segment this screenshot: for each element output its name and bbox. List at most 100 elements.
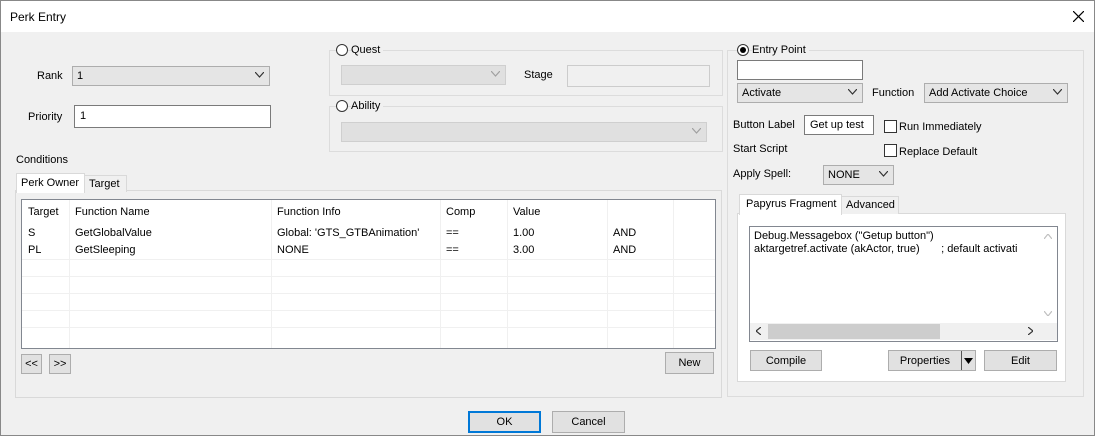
vertical-scrollbar[interactable] [1040, 227, 1056, 323]
tab-papyrus-fragment[interactable]: Papyrus Fragment [739, 194, 842, 215]
entry-point-dropdown[interactable]: Activate [737, 83, 863, 103]
entry-point-label: Entry Point [752, 44, 809, 56]
close-button[interactable] [1063, 1, 1094, 32]
run-immediately-checkbox[interactable] [884, 120, 897, 133]
properties-button-label: Properties [899, 355, 951, 367]
function-value: Add Activate Choice [929, 87, 1028, 99]
compile-button-label: Compile [765, 355, 807, 367]
tab-perk-owner-label: Perk Owner [21, 177, 80, 189]
ability-dropdown[interactable] [341, 122, 707, 142]
table-row[interactable]: S GetGlobalValue Global: 'GTS_GTBAnimati… [22, 225, 715, 242]
button-label-value: Get up test [810, 119, 864, 131]
button-label-input[interactable]: Get up test [804, 115, 874, 135]
button-label-label: Button Label [733, 119, 795, 131]
column-header-comp[interactable]: Comp [446, 204, 475, 221]
column-divider [673, 200, 674, 348]
cell-function-name: GetSleeping [75, 244, 136, 256]
code-line: aktargetref.activate (akActor, true) ; d… [754, 243, 1018, 255]
stage-label: Stage [524, 69, 553, 81]
title-bar: Perk Entry [1, 1, 1094, 32]
tab-papyrus-fragment-label: Papyrus Fragment [746, 198, 837, 210]
quest-dropdown[interactable] [341, 65, 506, 85]
row-divider [22, 259, 715, 260]
tab-advanced[interactable]: Advanced [841, 196, 899, 214]
next-button[interactable]: >> [49, 354, 71, 374]
column-divider [507, 200, 508, 348]
cell-function-info: NONE [277, 244, 309, 256]
entry-point-value: Activate [742, 87, 782, 99]
ability-radio[interactable] [336, 100, 348, 112]
cell-comp: == [446, 227, 459, 239]
ability-label: Ability [351, 100, 384, 112]
properties-button[interactable]: Properties [888, 350, 976, 371]
new-button-label: New [678, 357, 701, 369]
priority-input[interactable]: 1 [74, 105, 271, 128]
compile-button[interactable]: Compile [750, 350, 822, 371]
tab-target-label: Target [89, 178, 120, 190]
previous-button-label: << [25, 358, 38, 370]
column-header-function-name[interactable]: Function Name [75, 204, 150, 221]
dropdown-arrow-icon[interactable] [964, 358, 973, 364]
cell-function-info: Global: 'GTS_GTBAnimation' [277, 227, 420, 239]
tab-target[interactable]: Target [84, 175, 127, 192]
cell-value: 3.00 [513, 244, 535, 256]
replace-default-checkbox[interactable] [884, 144, 897, 157]
papyrus-code-editor[interactable]: Debug.Messagebox ("Getup button") aktarg… [749, 226, 1058, 342]
tab-advanced-label: Advanced [846, 199, 895, 211]
priority-value: 1 [80, 110, 87, 122]
rank-label: Rank [37, 70, 63, 82]
function-dropdown[interactable]: Add Activate Choice [924, 83, 1068, 103]
apply-spell-dropdown[interactable]: NONE [823, 165, 894, 185]
column-header-function-info[interactable]: Function Info [277, 204, 341, 221]
apply-spell-label: Apply Spell: [733, 168, 792, 180]
split-divider [961, 351, 962, 370]
horizontal-scrollbar[interactable] [750, 323, 1040, 340]
row-divider [22, 310, 715, 311]
cell-value: 1.00 [513, 227, 535, 239]
rank-dropdown[interactable]: 1 [72, 66, 270, 86]
quest-radio[interactable] [336, 44, 348, 56]
scrollbar-corner [1040, 323, 1057, 340]
cell-target: PL [28, 244, 42, 256]
column-divider [607, 200, 608, 348]
entry-point-radio[interactable] [737, 44, 749, 56]
scroll-down-icon [1044, 311, 1052, 316]
column-divider [440, 200, 441, 348]
previous-button[interactable]: << [21, 354, 42, 374]
priority-label: Priority [28, 111, 63, 123]
conditions-label: Conditions [16, 154, 68, 166]
next-button-label: >> [53, 358, 67, 370]
edit-button[interactable]: Edit [984, 350, 1057, 371]
ok-button-label: OK [496, 416, 513, 428]
code-line: Debug.Messagebox ("Getup button") [754, 230, 934, 242]
table-header: Target Function Name Function Info Comp … [22, 204, 715, 221]
column-divider [271, 200, 272, 348]
conditions-table: Target Function Name Function Info Comp … [21, 199, 716, 349]
column-header-target[interactable]: Target [28, 204, 59, 221]
replace-default-label: Replace Default [899, 146, 978, 158]
chevron-down-icon [491, 71, 500, 77]
column-header-value[interactable]: Value [513, 204, 540, 221]
table-row[interactable]: PL GetSleeping NONE == 3.00 AND [22, 242, 715, 259]
cancel-button[interactable]: Cancel [552, 411, 625, 433]
window-title: Perk Entry [10, 10, 67, 24]
start-script-label: Start Script [733, 143, 788, 155]
new-condition-button[interactable]: New [665, 352, 714, 374]
cell-operator: AND [613, 227, 637, 239]
chevron-down-icon [1053, 89, 1062, 95]
ok-button[interactable]: OK [468, 411, 541, 433]
scroll-up-icon [1044, 234, 1052, 239]
chevron-down-icon [848, 89, 857, 95]
stage-input[interactable] [567, 65, 710, 87]
cell-target: S [28, 227, 36, 239]
rank-value: 1 [77, 70, 84, 82]
row-divider [22, 276, 715, 277]
cell-operator: AND [613, 244, 637, 256]
horizontal-scroll-thumb[interactable] [768, 324, 940, 339]
function-label: Function [872, 87, 915, 99]
chevron-down-icon [255, 72, 264, 78]
entry-point-search-input[interactable] [737, 60, 863, 80]
quest-label: Quest [351, 44, 384, 56]
apply-spell-value: NONE [828, 169, 860, 181]
tab-perk-owner[interactable]: Perk Owner [16, 173, 85, 193]
